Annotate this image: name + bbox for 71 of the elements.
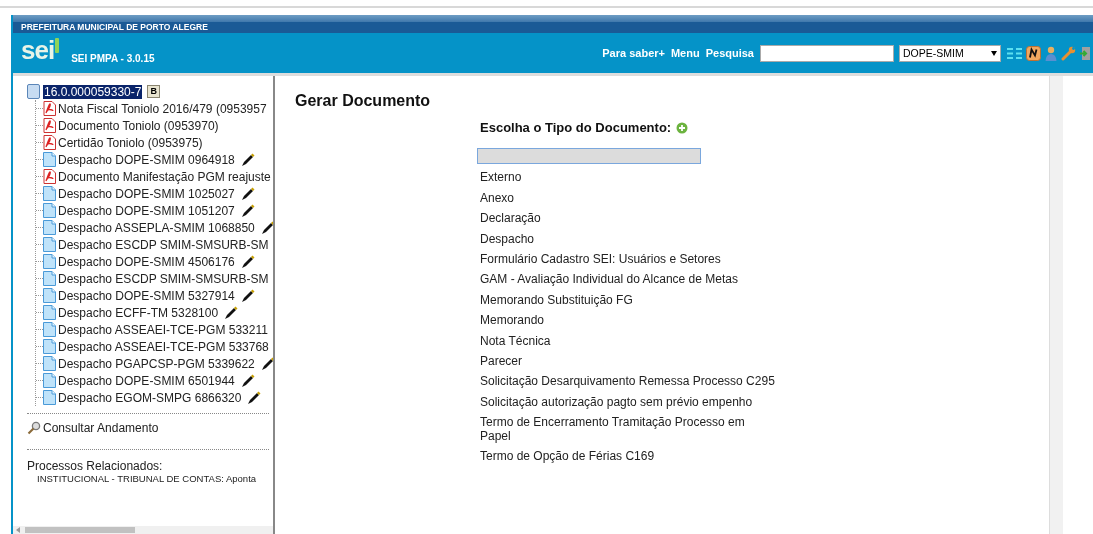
document-icon [43,305,56,320]
document-type-link[interactable]: Anexo [480,190,775,205]
consult-link[interactable]: Consultar Andamento [43,421,159,435]
document-link[interactable]: Documento Manifestação PGM reajuste [58,169,271,184]
vertical-scrollbar[interactable] [1049,76,1063,534]
document-icon [43,237,56,252]
document-link[interactable]: Despacho DOPE-SMIM 4506176 [58,254,235,269]
document-type-link[interactable]: Termo de Opção de Férias C169 [480,449,775,464]
magnifier-icon [27,421,41,435]
page-title: Gerar Documento [295,92,432,110]
unit-select[interactable]: DOPE-SMIM [899,44,1001,62]
prompt-label: Escolha o Tipo do Documento: [480,120,672,135]
document-link[interactable]: Despacho ASSEAEI-TCE-PGM 533211 [58,322,268,337]
exit-icon[interactable] [1080,45,1090,61]
document-link[interactable]: Despacho ASSEPLA-SMIM 1068850 [58,220,255,235]
type-filter-field[interactable] [477,148,701,164]
document-type-link[interactable]: Solicitação Desarquivamento Remessa Processo C295 [480,374,775,389]
scroll-left-icon[interactable] [16,527,20,533]
document-type-link[interactable]: Solicitação autorização pagto sem prévio empenho [480,394,775,409]
document-link[interactable]: Despacho EGOM-SMPG 6866320 [58,390,242,405]
document-link[interactable]: Despacho DOPE-SMIM 6501944 [58,373,235,388]
document-link[interactable]: Certidão Toniolo (0953975) [58,135,203,150]
document-type-link[interactable]: Declaração [480,211,775,226]
pdf-icon [43,118,56,133]
document-type-link[interactable]: Parecer [480,353,775,368]
document-link[interactable]: Despacho ECFF-TM 5328100 [58,305,219,320]
pdf-icon [43,169,56,184]
document-type-link[interactable]: Despacho [480,231,775,246]
document-link[interactable]: Despacho ESCDP SMIM-SMSURB-SM [58,237,269,252]
document-type-link[interactable]: Memorando Substituição FG [480,292,775,307]
document-link[interactable]: Despacho DOPE-SMIM 1025027 [58,186,235,201]
document-link[interactable]: Despacho ESCDP SMIM-SMSURB-SM [58,271,269,286]
document-link[interactable]: Despacho DOPE-SMIM 1051207 [58,203,235,218]
document-link[interactable]: Documento Toniolo (0953970) [58,118,219,133]
document-link[interactable]: Nota Fiscal Toniolo 2016/479 (0953957 [58,101,267,116]
pdf-icon [43,101,56,116]
organization-name: PREFEITURA MUNICIPAL DE PORTO ALEGRE [21,22,208,33]
document-type-link[interactable]: Nota Técnica [480,333,775,348]
related-title: Processos Relacionados: [27,459,164,473]
document-type-link[interactable]: Formulário Cadastro SEI: Usuários e Setores [480,251,775,266]
document-link[interactable]: Despacho DOPE-SMIM 5327914 [58,288,235,303]
document-icon [43,322,56,337]
add-icon[interactable] [676,121,689,134]
system-version: SEI PMPA - 3.0.15 [71,52,155,64]
document-type-link[interactable]: Termo de Encerramento Tramitação Processo em Papel [480,415,775,444]
document-icon [43,373,56,388]
document-link[interactable]: Despacho PGAPCSP-PGM 5339622 [58,356,255,371]
badge[interactable]: B [147,85,160,98]
document-icon [43,356,56,371]
horizontal-scrollbar[interactable] [13,526,273,534]
related-process-link[interactable]: INSTITUCIONAL - TRIBUNAL DE CONTAS: Aponta [37,473,273,484]
process-number[interactable]: 16.0.000059330-7 [43,84,143,99]
document-icon [43,254,56,269]
document-icon [43,186,56,201]
process-icon [27,84,40,99]
document-link[interactable]: Despacho DOPE-SMIM 0964918 [58,152,235,167]
pdf-icon [43,135,56,150]
wrench-icon[interactable] [1061,45,1076,61]
document-type-link[interactable]: GAM - Avaliação Individual do Alcance de Metas [480,272,775,287]
document-icon [43,288,56,303]
document-icon [43,339,56,354]
document-icon [43,390,56,405]
document-type-link[interactable]: Externo [480,170,775,185]
document-icon [43,152,56,167]
document-type-link[interactable]: Memorando [480,313,775,328]
document-link[interactable]: Despacho ASSEAEI-TCE-PGM 533768 [58,339,269,354]
document-icon [43,271,56,286]
search-field[interactable] [760,44,894,62]
note-icon[interactable] [1026,45,1041,61]
document-icon [43,203,56,218]
document-icon [43,220,56,235]
